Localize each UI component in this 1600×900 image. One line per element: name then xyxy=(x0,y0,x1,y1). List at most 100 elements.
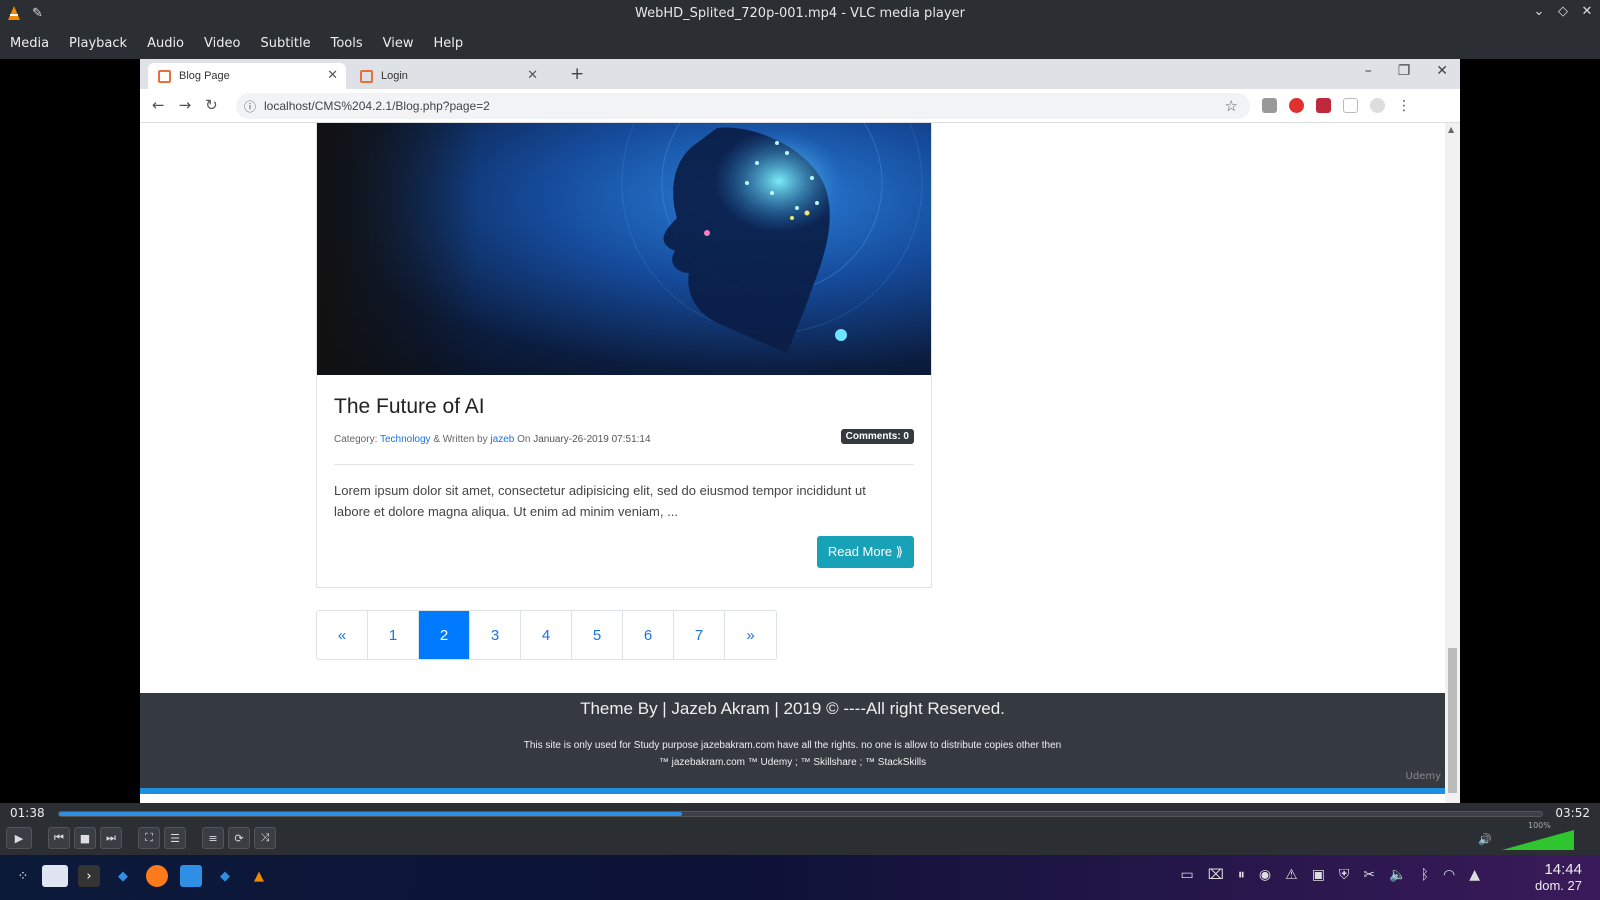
extended-settings-button[interactable]: ☰ xyxy=(164,827,186,849)
pause-icon[interactable]: ⏸ xyxy=(1238,867,1245,883)
volume-tray-icon[interactable]: 🔈 xyxy=(1389,867,1406,883)
kebab-menu-icon[interactable]: ⋮ xyxy=(1397,98,1412,114)
menu-video[interactable]: Video xyxy=(204,36,240,51)
close-icon[interactable]: ✕ xyxy=(1580,4,1594,19)
next-button[interactable]: ⏭ xyxy=(100,827,122,849)
tray-expand-icon[interactable]: ▲ xyxy=(1469,867,1480,883)
scrollbar-thumb[interactable] xyxy=(1448,648,1457,793)
info-icon[interactable]: ⓘ xyxy=(244,98,256,115)
vlc-icon[interactable]: ▲ xyxy=(248,865,270,887)
stop-button[interactable]: ■ xyxy=(74,827,96,849)
menu-media[interactable]: Media xyxy=(10,36,49,51)
browser-tab-strip: Blog Page ✕ Login ✕ + – ❐ ✕ xyxy=(140,59,1460,89)
vlc-title-bar: ✎ WebHD_Splited_720p-001.mp4 - VLC media… xyxy=(0,0,1600,28)
fullscreen-button[interactable]: ⛶ xyxy=(138,827,160,849)
page-scrollbar[interactable]: ▲ xyxy=(1445,123,1460,803)
terminal-tray-icon[interactable]: ▣ xyxy=(1312,867,1325,883)
profile-icon[interactable] xyxy=(1370,98,1385,113)
vscode-icon[interactable]: ◆ xyxy=(112,865,134,887)
page-4[interactable]: 4 xyxy=(521,611,572,659)
menu-help[interactable]: Help xyxy=(434,36,464,51)
volume-level xyxy=(1502,830,1574,850)
tab-close-icon[interactable]: ✕ xyxy=(527,67,538,83)
file-manager-icon[interactable] xyxy=(180,865,202,887)
favicon-icon xyxy=(158,69,171,83)
eyedropper-icon[interactable] xyxy=(1262,98,1277,113)
menu-view[interactable]: View xyxy=(383,36,414,51)
bluetooth-icon[interactable]: ᛒ xyxy=(1421,867,1429,883)
page-2[interactable]: 2 xyxy=(419,611,470,659)
back-icon[interactable]: ← xyxy=(152,96,165,114)
playback-controls: ▶ ⏮ ■ ⏭ ⛶ ☰ ≡ ⟳ ⤨ 🔊 100% xyxy=(0,821,1600,855)
read-more-button[interactable]: Read More ⟫ xyxy=(816,536,914,568)
menu-tools[interactable]: Tools xyxy=(331,36,363,51)
udemy-watermark: Udemy xyxy=(1405,771,1441,782)
url-text: localhost/CMS%204.2.1/Blog.php?page=2 xyxy=(264,99,490,113)
extension-icon[interactable] xyxy=(1316,98,1331,113)
play-button[interactable]: ▶ xyxy=(6,827,32,849)
seek-slider[interactable] xyxy=(58,811,1543,817)
browser-window-controls: – ❐ ✕ xyxy=(1365,63,1448,79)
page-viewport: The Future of AI Category: Technology & … xyxy=(140,123,1445,693)
new-tab-icon[interactable]: + xyxy=(570,64,584,84)
video-surface[interactable]: Blog Page ✕ Login ✕ + – ❐ ✕ ← → ↻ ⓘ loca… xyxy=(0,59,1600,803)
minimize-icon[interactable]: ⌄ xyxy=(1532,4,1546,19)
firefox-icon[interactable] xyxy=(146,865,168,887)
show-desktop-icon[interactable]: ▭ xyxy=(1181,867,1194,883)
tab-close-icon[interactable]: ✕ xyxy=(327,67,338,83)
tab-login[interactable]: Login ✕ xyxy=(350,63,546,89)
volume-control[interactable]: 🔊 100% xyxy=(1470,821,1590,853)
author-link[interactable]: jazeb xyxy=(490,434,514,445)
taskbar: ⁘ › ◆ ◆ ▲ ▭ ⌧ ⏸ ◉ ⚠ ▣ ⛨ ✂ 🔈 ᛒ ◠ ▲ 14:44 … xyxy=(0,855,1600,900)
app-launcher-icon[interactable]: ⁘ xyxy=(12,865,34,887)
menu-audio[interactable]: Audio xyxy=(147,36,184,51)
vlc-menu-bar: Media Playback Audio Video Subtitle Tool… xyxy=(0,28,1600,59)
wifi-icon[interactable]: ◠ xyxy=(1443,867,1455,883)
page-6[interactable]: 6 xyxy=(623,611,674,659)
forward-icon[interactable]: → xyxy=(179,96,192,114)
blog-post-card: The Future of AI Category: Technology & … xyxy=(316,123,932,588)
scroll-up-icon[interactable]: ▲ xyxy=(1448,125,1454,134)
maximize-icon[interactable]: ◇ xyxy=(1556,4,1570,19)
qbittorrent-icon[interactable]: ◉ xyxy=(1259,867,1271,883)
minimize-icon[interactable]: – xyxy=(1365,63,1372,79)
close-icon[interactable]: ✕ xyxy=(1436,63,1448,79)
page-5[interactable]: 5 xyxy=(572,611,623,659)
page-next[interactable]: » xyxy=(725,611,776,659)
previous-button[interactable]: ⏮ xyxy=(48,827,70,849)
reload-icon[interactable]: ↻ xyxy=(205,96,218,114)
clock[interactable]: 14:44 dom. 27 xyxy=(1535,861,1582,893)
seek-row: 01:38 03:52 xyxy=(0,803,1600,823)
vlc-tray-icon[interactable]: ⚠ xyxy=(1285,867,1298,883)
clipboard-icon[interactable]: ⌧ xyxy=(1208,867,1224,883)
page-7[interactable]: 7 xyxy=(674,611,725,659)
desktop-preview-icon[interactable] xyxy=(42,865,68,887)
page-prev[interactable]: « xyxy=(317,611,368,659)
playlist-button[interactable]: ≡ xyxy=(202,827,224,849)
page-1[interactable]: 1 xyxy=(368,611,419,659)
tab-label: Login xyxy=(381,70,408,82)
shuffle-button[interactable]: ⤨ xyxy=(254,827,276,849)
volume-slider[interactable] xyxy=(1502,830,1574,850)
tab-blog-page[interactable]: Blog Page ✕ xyxy=(148,63,346,89)
loop-button[interactable]: ⟳ xyxy=(228,827,250,849)
restore-icon[interactable]: ❐ xyxy=(1398,63,1411,79)
browser-toolbar: ← → ↻ ⓘ localhost/CMS%204.2.1/Blog.php?p… xyxy=(140,89,1460,123)
speaker-icon[interactable]: 🔊 xyxy=(1478,833,1492,846)
clock-time: 14:44 xyxy=(1544,861,1582,878)
favicon-icon xyxy=(360,69,373,83)
menu-subtitle[interactable]: Subtitle xyxy=(260,36,310,51)
shield-icon[interactable]: ⛨ xyxy=(1339,867,1350,883)
terminal-icon[interactable]: › xyxy=(78,865,100,887)
opera-icon[interactable] xyxy=(1289,98,1304,113)
menu-playback[interactable]: Playback xyxy=(69,36,127,51)
php-icon[interactable] xyxy=(1343,98,1358,113)
post-title[interactable]: The Future of AI xyxy=(334,395,485,419)
bookmark-star-icon[interactable]: ☆ xyxy=(1225,97,1238,115)
vscode-icon[interactable]: ◆ xyxy=(214,865,236,887)
category-link[interactable]: Technology xyxy=(380,434,431,445)
scissors-icon[interactable]: ✂ xyxy=(1363,867,1375,883)
footer-note-line2: ™ jazebakram.com ™ Udemy ; ™ Skillshare … xyxy=(658,757,927,768)
address-bar[interactable]: ⓘ localhost/CMS%204.2.1/Blog.php?page=2 … xyxy=(236,93,1250,119)
page-3[interactable]: 3 xyxy=(470,611,521,659)
